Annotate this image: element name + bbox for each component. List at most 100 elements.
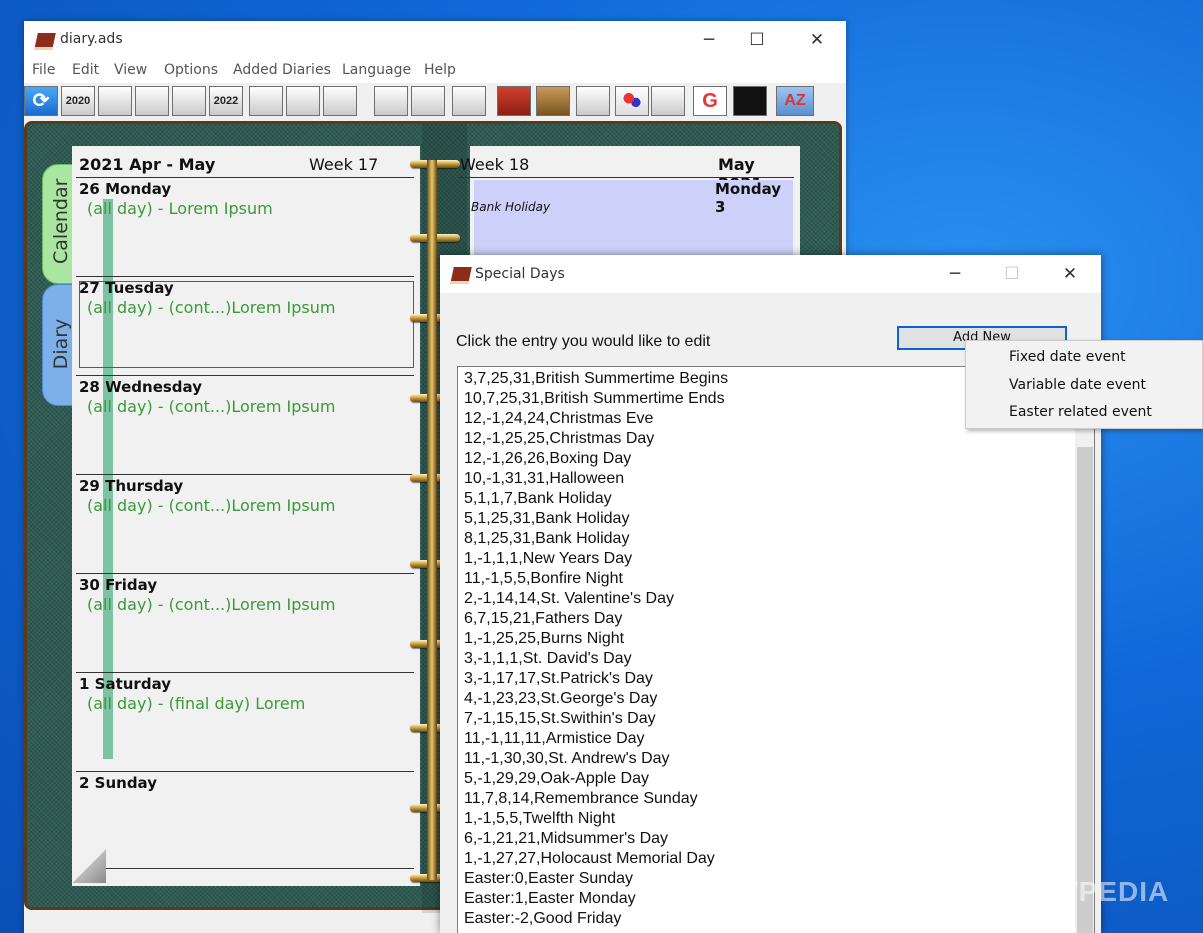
special-day-entry[interactable]: Easter:1,Easter Monday	[464, 890, 636, 908]
calendar-today-icon[interactable]	[135, 86, 169, 116]
left-page-week: Week 17	[309, 155, 379, 174]
day-event[interactable]: (all day) - Lorem Ipsum	[87, 199, 273, 218]
menu-added-diaries[interactable]: Added Diaries	[233, 62, 331, 78]
menu-view[interactable]: View	[114, 62, 147, 78]
right-header-rule	[458, 177, 794, 178]
day-title: 28 Wednesday	[79, 378, 202, 396]
special-day-entry[interactable]: 2,-1,14,14,St. Valentine's Day	[464, 590, 674, 608]
special-day-entry[interactable]: 3,7,25,31,British Summertime Begins	[464, 370, 728, 388]
search-icon[interactable]	[411, 86, 445, 116]
special-day-entry[interactable]: 12,-1,24,24,Christmas Eve	[464, 410, 653, 428]
softpedia-watermark: SOFTPEDIA	[1000, 876, 1170, 907]
special-day-entry[interactable]: 10,7,25,31,British Summertime Ends	[464, 390, 725, 408]
special-day-entry[interactable]: Easter:-2,Good Friday	[464, 910, 621, 928]
bookmark-icon[interactable]	[536, 86, 570, 116]
special-day-entry[interactable]: 11,-1,11,11,Armistice Day	[464, 730, 645, 748]
day-event[interactable]: (all day) - (cont...)Lorem Ipsum	[87, 595, 335, 614]
title-bar[interactable]: diary.ads ─ ☐ ✕	[24, 21, 846, 59]
dialog-maximize-button: ☐	[1004, 264, 1020, 284]
right-day-title: Monday 3	[715, 180, 782, 216]
dialog-instruction: Click the entry you would like to edit	[456, 333, 711, 350]
toolbar: ⟳ 2020 2022 G AZ	[24, 84, 846, 119]
google-icon[interactable]: G	[693, 86, 727, 116]
special-day-entry[interactable]: 1,-1,5,5,Twelfth Night	[464, 810, 615, 828]
special-day-entry[interactable]: 11,-1,30,30,St. Andrew's Day	[464, 750, 670, 768]
special-day-entry[interactable]: 8,1,25,31,Bank Holiday	[464, 530, 629, 548]
balloons-icon[interactable]	[615, 86, 649, 116]
day-view-icon[interactable]	[249, 86, 283, 116]
menu-language[interactable]: Language	[342, 62, 411, 78]
menu-help[interactable]: Help	[424, 62, 456, 78]
dialog-title: Special Days	[475, 266, 565, 282]
special-day-entry[interactable]: 4,-1,23,23,St.George's Day	[464, 690, 657, 708]
calendar-prev-icon[interactable]	[98, 86, 132, 116]
special-day-entry[interactable]: 10,-1,31,31,Halloween	[464, 470, 624, 488]
refresh-icon[interactable]: ⟳	[24, 86, 58, 116]
special-day-entry[interactable]: 1,-1,27,27,Holocaust Memorial Day	[464, 850, 715, 868]
day-divider	[76, 276, 414, 277]
menu-easter-related-event[interactable]: Easter related event	[1009, 404, 1152, 420]
special-day-entry[interactable]: 7,-1,15,15,St.Swithin's Day	[464, 710, 656, 728]
left-page: 2021 Apr - May Week 17 26 Monday (all day…	[72, 146, 420, 886]
list-view-icon[interactable]	[452, 86, 486, 116]
diary-book-icon[interactable]	[497, 86, 531, 116]
day-title: 26 Monday	[79, 180, 172, 198]
right-page-week: Week 18	[460, 155, 530, 174]
list-scrollbar[interactable]	[1075, 367, 1094, 933]
special-day-entry[interactable]: 12,-1,25,25,Christmas Day	[464, 430, 654, 448]
day-title: 1 Saturday	[79, 675, 172, 693]
day-event[interactable]: (all day) - (cont...)Lorem Ipsum	[87, 496, 335, 515]
day-divider	[76, 868, 414, 869]
special-day-entry[interactable]: 3,-1,17,17,St.Patrick's Day	[464, 670, 653, 688]
dialog-minimize-button[interactable]: ─	[932, 255, 978, 293]
dialog-close-button[interactable]: ✕	[1047, 255, 1093, 293]
day-divider	[76, 375, 414, 376]
special-day-entry[interactable]: 11,-1,5,5,Bonfire Night	[464, 570, 623, 588]
add-new-dropdown-menu: Fixed date event Variable date event Eas…	[965, 340, 1203, 429]
print-icon[interactable]	[576, 86, 610, 116]
maximize-button[interactable]: ☐	[734, 21, 780, 59]
month-view-icon[interactable]	[323, 86, 357, 116]
special-day-entry[interactable]: Easter:0,Easter Sunday	[464, 870, 633, 888]
page-curl[interactable]	[72, 849, 106, 883]
special-day-entry[interactable]: 5,-1,29,29,Oak-Apple Day	[464, 770, 649, 788]
sort-az-icon[interactable]: AZ	[776, 86, 814, 116]
special-day-entry[interactable]: 11,7,8,14,Remembrance Sunday	[464, 790, 698, 808]
special-day-entry[interactable]: 1,-1,25,25,Burns Night	[464, 630, 624, 648]
special-day-entry[interactable]: 6,7,15,21,Fathers Day	[464, 610, 622, 628]
dialog-app-icon	[450, 267, 472, 284]
year-2020-icon[interactable]: 2020	[61, 86, 95, 116]
menu-file[interactable]: File	[32, 62, 55, 78]
dialog-title-bar[interactable]: Special Days ─ ☐ ✕	[440, 255, 1101, 293]
holiday-note: Bank Holiday	[471, 200, 551, 214]
day-title: 29 Thursday	[79, 477, 184, 495]
holiday-highlight[interactable]: Monday 3 Bank Holiday	[471, 180, 793, 260]
special-day-entry[interactable]: 1,-1,1,1,New Years Day	[464, 550, 632, 568]
day-event[interactable]: (all day) - (cont...)Lorem Ipsum	[87, 397, 335, 416]
close-button[interactable]: ✕	[794, 21, 840, 59]
menu-bar: File Edit View Options Added Diaries Lan…	[24, 59, 846, 83]
menu-options[interactable]: Options	[164, 62, 218, 78]
special-days-list[interactable]: 3,7,25,31,British Summertime Begins 10,7,…	[457, 366, 1095, 933]
scrollbar-thumb[interactable]	[1077, 447, 1093, 933]
special-day-entry[interactable]: 5,1,1,7,Bank Holiday	[464, 490, 612, 508]
special-day-entry[interactable]: 5,1,25,31,Bank Holiday	[464, 510, 629, 528]
left-page-header: 2021 Apr - May	[79, 155, 216, 174]
week-view-icon[interactable]	[286, 86, 320, 116]
tab-diary-label: Diary	[50, 318, 72, 370]
special-day-entry[interactable]: 6,-1,21,21,Midsummer's Day	[464, 830, 668, 848]
special-day-entry[interactable]: 12,-1,26,26,Boxing Day	[464, 450, 631, 468]
banner-icon[interactable]	[733, 86, 767, 116]
menu-variable-date-event[interactable]: Variable date event	[1009, 377, 1146, 393]
calendar-next-icon[interactable]	[172, 86, 206, 116]
menu-fixed-date-event[interactable]: Fixed date event	[1009, 349, 1126, 365]
selected-day-outline	[79, 281, 414, 368]
day-divider	[76, 474, 414, 475]
minimize-button[interactable]: ─	[686, 21, 732, 59]
special-day-entry[interactable]: 3,-1,1,1,St. David's Day	[464, 650, 632, 668]
family-icon[interactable]	[651, 86, 685, 116]
day-event[interactable]: (all day) - (final day) Lorem	[87, 694, 305, 713]
menu-edit[interactable]: Edit	[72, 62, 99, 78]
grid-view-icon[interactable]	[374, 86, 408, 116]
year-2022-icon[interactable]: 2022	[209, 86, 243, 116]
